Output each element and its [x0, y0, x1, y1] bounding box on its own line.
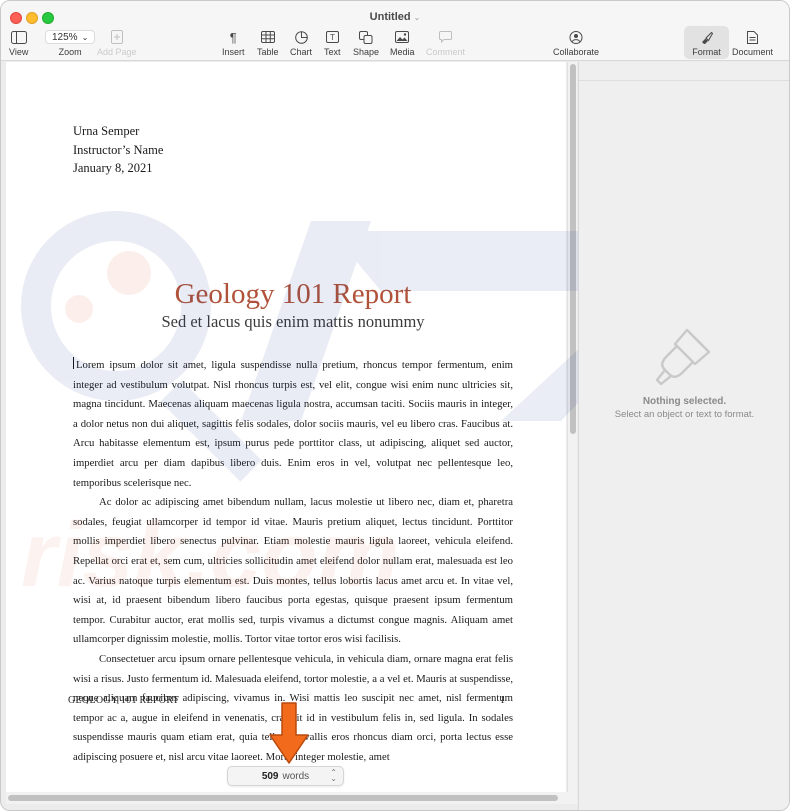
chevron-down-icon: ⌄ — [81, 32, 89, 42]
format-label: Format — [692, 47, 721, 57]
add-page-label: Add Page — [97, 47, 137, 57]
view-label: View — [9, 47, 29, 57]
horizontal-scroll-thumb[interactable] — [8, 795, 558, 801]
sidebar-icon — [10, 28, 27, 46]
view-button[interactable]: View — [9, 28, 28, 57]
inspector-empty-title: Nothing selected. — [642, 396, 727, 407]
window-title[interactable]: Untitled ⌄ — [1, 11, 789, 23]
text-box-icon: T — [325, 28, 339, 46]
word-count-button[interactable]: 509 words ⌃ ⌄ — [227, 766, 344, 786]
collaborate-button[interactable]: Collaborate — [553, 28, 599, 57]
toolbar: Untitled ⌄ View 125% ⌄ Zoom Add Page ¶ Ins… — [1, 1, 789, 61]
svg-text:T: T — [330, 33, 335, 42]
paintbrush-icon — [655, 328, 711, 386]
horizontal-scrollbar[interactable] — [6, 792, 577, 804]
text-label: Text — [324, 47, 341, 57]
chart-label: Chart — [290, 47, 313, 57]
chart-button[interactable]: Chart — [290, 28, 312, 57]
shape-button[interactable]: Shape — [353, 28, 379, 57]
inspector-divider — [579, 80, 789, 81]
word-count-unit: words — [282, 770, 310, 782]
document-date[interactable]: January 8, 2021 — [73, 159, 513, 178]
document-title[interactable]: Geology 101 Report — [73, 278, 513, 311]
paintbrush-icon — [700, 28, 713, 46]
format-button[interactable]: Format — [684, 26, 729, 59]
comment-button[interactable]: Comment — [426, 28, 465, 57]
chevron-down-icon: ⌄ — [413, 13, 421, 22]
vertical-scrollbar[interactable] — [567, 62, 577, 792]
instructor-name[interactable]: Instructor’s Name — [73, 141, 513, 160]
comment-icon — [439, 28, 452, 46]
chart-icon — [294, 28, 308, 46]
media-button[interactable]: Media — [390, 28, 415, 57]
paragraph[interactable]: Lorem ipsum dolor sit amet, ligula suspe… — [73, 356, 513, 493]
document-subtitle[interactable]: Sed et lacus quis enim mattis nonummy — [73, 312, 513, 332]
document-label: Document — [732, 47, 774, 57]
text-cursor — [73, 357, 74, 369]
page-footer-title[interactable]: GEOLOGY 101 REPORT — [68, 695, 179, 706]
add-page-button[interactable]: Add Page — [97, 28, 137, 57]
table-label: Table — [257, 47, 279, 57]
shape-icon — [359, 28, 373, 46]
zoom-select[interactable]: 125% ⌄ — [45, 30, 96, 44]
insert-label: Insert — [222, 47, 245, 57]
document-button[interactable]: Document — [732, 28, 773, 57]
document-icon — [747, 28, 759, 46]
add-page-icon — [110, 28, 123, 46]
collaborate-icon — [569, 28, 583, 46]
annotation-arrow — [269, 702, 309, 764]
zoom-value: 125% — [52, 31, 78, 43]
shape-label: Shape — [353, 47, 380, 57]
document-page[interactable]: Urna Semper Instructor’s Name January 8,… — [73, 122, 513, 763]
zoom-control[interactable]: 125% ⌄ Zoom — [45, 28, 96, 57]
page-number: 1 — [500, 695, 505, 706]
table-icon — [260, 28, 275, 46]
media-icon — [395, 28, 410, 46]
paragraph-text: Lorem ipsum dolor sit amet, ligula suspe… — [73, 359, 513, 489]
pages-window: Untitled ⌄ View 125% ⌄ Zoom Add Page ¶ Ins… — [0, 0, 790, 811]
table-button[interactable]: Table — [257, 28, 279, 57]
paragraph[interactable]: Ac dolor ac adipiscing amet bibendum nul… — [73, 493, 513, 650]
collaborate-label: Collaborate — [553, 47, 600, 57]
author-name[interactable]: Urna Semper — [73, 122, 513, 141]
format-inspector: Nothing selected. Select an object or te… — [578, 62, 789, 810]
pilcrow-icon: ¶ — [229, 29, 237, 45]
insert-button[interactable]: ¶ Insert — [222, 28, 245, 58]
word-count-number: 509 — [261, 770, 279, 782]
chevron-updown-icon: ⌃ ⌄ — [330, 768, 337, 783]
inspector-empty-hint: Select an object or text to format. — [614, 409, 755, 420]
document-canvas[interactable]: Urna Semper Instructor’s Name January 8,… — [6, 62, 566, 792]
vertical-scroll-thumb[interactable] — [570, 64, 576, 434]
zoom-label: Zoom — [58, 47, 82, 57]
media-label: Media — [390, 47, 415, 57]
comment-label: Comment — [426, 47, 466, 57]
text-button[interactable]: T Text — [324, 28, 341, 57]
